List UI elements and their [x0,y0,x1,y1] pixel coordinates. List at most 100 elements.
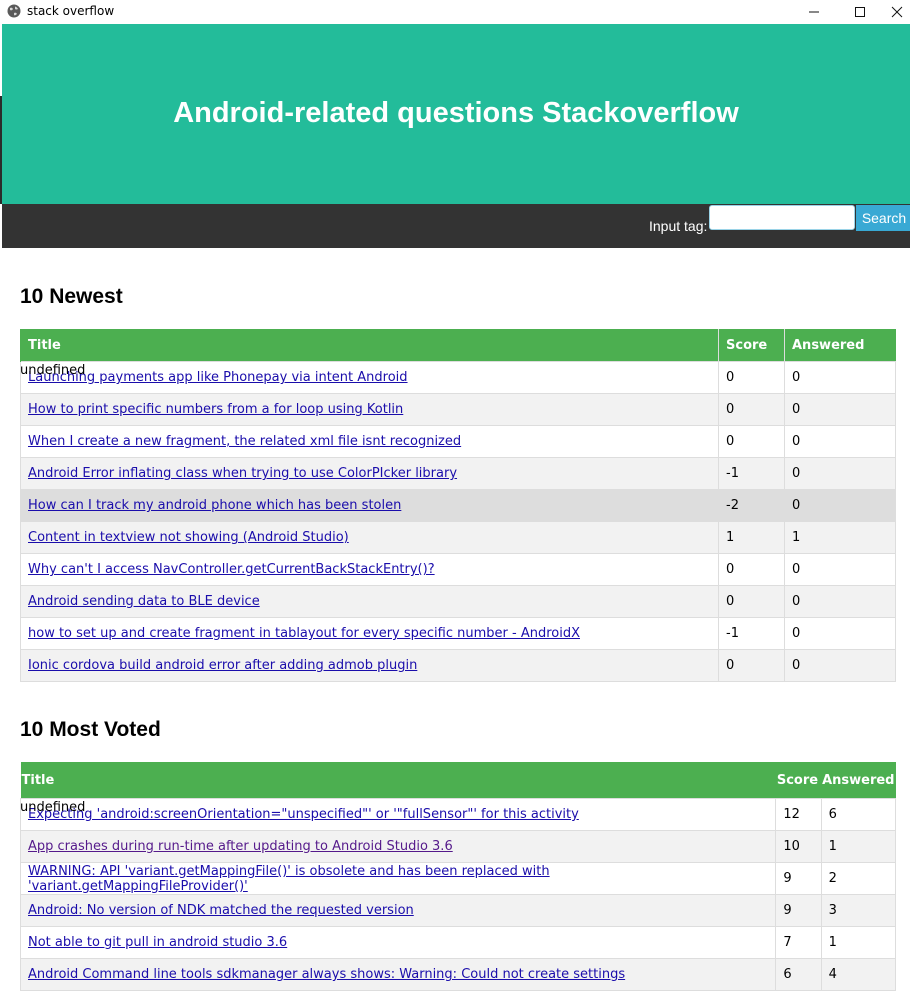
answered-cell: 0 [784,585,896,618]
title-cell: Launching payments app like Phonepay via… [20,361,719,394]
question-link[interactable]: how to set up and create fragment in tab… [28,626,580,641]
question-link[interactable]: Android Error inflating class when tryin… [28,466,457,481]
table-row: Launching payments app like Phonepay via… [20,361,896,394]
score-cell: 12 [775,798,822,831]
column-score: Score [718,329,785,362]
score-cell: 0 [718,425,785,458]
minimize-icon[interactable] [791,0,837,24]
answered-cell: 2 [820,862,897,895]
title-cell: When I create a new fragment, the relate… [20,425,719,458]
table-row: When I create a new fragment, the relate… [20,425,896,458]
score-cell: 1 [718,521,785,554]
column-title: Title [20,329,719,362]
newest-table: Title Score Answered Launching payments … [20,329,896,682]
column-answered: Answered [784,329,896,362]
title-cell: Android sending data to BLE device [20,585,719,618]
window-title: stack overflow [27,4,115,18]
title-cell: App crashes during run-time after updati… [19,830,777,863]
table-row: Android sending data to BLE device 0 0 [20,585,896,618]
answered-cell: 6 [820,798,897,831]
newest-heading: 10 Newest [20,285,123,308]
column-title: Title [20,762,776,799]
title-cell: Not able to git pull in android studio 3… [19,926,777,959]
question-link[interactable]: Expecting 'android:screenOrientation="un… [28,807,579,822]
answered-cell: 0 [784,457,896,490]
search-button[interactable]: Search [856,205,910,231]
answered-cell: 0 [784,361,896,394]
score-cell: 9 [775,894,822,927]
maximize-icon[interactable] [837,0,883,24]
most-voted-table: Title Score Answered Expecting 'android:… [19,762,897,991]
answered-cell: 1 [820,926,897,959]
answered-cell: 0 [784,489,896,522]
score-cell: 6 [775,958,822,991]
answered-cell: 3 [820,894,897,927]
page-title: Android-related questions Stackoverflow [173,96,739,129]
page-header: Android-related questions Stackoverflow [2,24,910,204]
column-answered: Answered [821,762,896,799]
score-cell: 0 [718,393,785,426]
question-link[interactable]: Content in textview not showing (Android… [28,530,349,545]
score-cell: -2 [718,489,785,522]
tag-input-label: Input tag: [649,218,708,234]
title-cell: Android Error inflating class when tryin… [20,457,719,490]
score-cell: -1 [718,457,785,490]
title-cell: Content in textview not showing (Android… [20,521,719,554]
score-cell: 10 [775,830,822,863]
column-score: Score [775,762,822,799]
title-cell: How can I track my android phone which h… [20,489,719,522]
newest-header-row: Title Score Answered [20,329,896,362]
score-cell: 0 [718,585,785,618]
title-cell: Why can't I access NavController.getCurr… [20,553,719,586]
question-link[interactable]: Android Command line tools sdkmanager al… [28,967,625,982]
score-cell: 0 [718,553,785,586]
answered-cell: 0 [784,649,896,682]
answered-cell: 4 [820,958,897,991]
question-link[interactable]: Why can't I access NavController.getCurr… [28,562,435,577]
title-cell: Ionic cordova build android error after … [20,649,719,682]
globe-icon [7,4,21,18]
nav-bar: Input tag: Search [2,204,910,248]
answered-cell: 1 [820,830,897,863]
question-link[interactable]: App crashes during run-time after updati… [28,839,453,854]
table-row: Expecting 'android:screenOrientation="un… [19,798,897,831]
most-voted-header-row: Title Score Answered [20,762,896,799]
question-link[interactable]: Android sending data to BLE device [28,594,260,609]
question-link[interactable]: How to print specific numbers from a for… [28,402,403,417]
title-cell: WARNING: API 'variant.getMappingFile()' … [19,862,777,895]
table-row: How to print specific numbers from a for… [20,393,896,426]
tag-input[interactable] [709,205,855,230]
most-voted-heading: 10 Most Voted [20,718,161,741]
title-cell: Android: No version of NDK matched the r… [19,894,777,927]
table-row: Content in textview not showing (Android… [20,521,896,554]
question-link[interactable]: Android: No version of NDK matched the r… [28,903,414,918]
question-link[interactable]: Not able to git pull in android studio 3… [28,935,287,950]
undefined-text: undefined [20,363,86,378]
score-cell: 0 [718,649,785,682]
answered-cell: 1 [784,521,896,554]
table-row: Not able to git pull in android studio 3… [19,926,897,959]
question-link[interactable]: How can I track my android phone which h… [28,498,401,513]
answered-cell: 0 [784,617,896,650]
question-link[interactable]: Ionic cordova build android error after … [28,658,417,673]
table-row: Android: No version of NDK matched the r… [19,894,897,927]
score-cell: 0 [718,361,785,394]
score-cell: -1 [718,617,785,650]
answered-cell: 0 [784,553,896,586]
question-link[interactable]: When I create a new fragment, the relate… [28,434,461,449]
title-cell: How to print specific numbers from a for… [20,393,719,426]
close-icon[interactable] [883,0,910,24]
table-row: Android Error inflating class when tryin… [20,457,896,490]
table-row: WARNING: API 'variant.getMappingFile()' … [19,862,897,895]
score-cell: 9 [775,862,822,895]
undefined-text: undefined [20,800,86,815]
table-row: how to set up and create fragment in tab… [20,617,896,650]
title-cell: how to set up and create fragment in tab… [20,617,719,650]
table-row: How can I track my android phone which h… [20,489,896,522]
window-titlebar: stack overflow [0,0,910,24]
table-row: Ionic cordova build android error after … [20,649,896,682]
question-link[interactable]: WARNING: API 'variant.getMappingFile()' … [28,864,550,894]
table-row: Android Command line tools sdkmanager al… [19,958,897,991]
title-cell: Android Command line tools sdkmanager al… [19,958,777,991]
score-cell: 7 [775,926,822,959]
